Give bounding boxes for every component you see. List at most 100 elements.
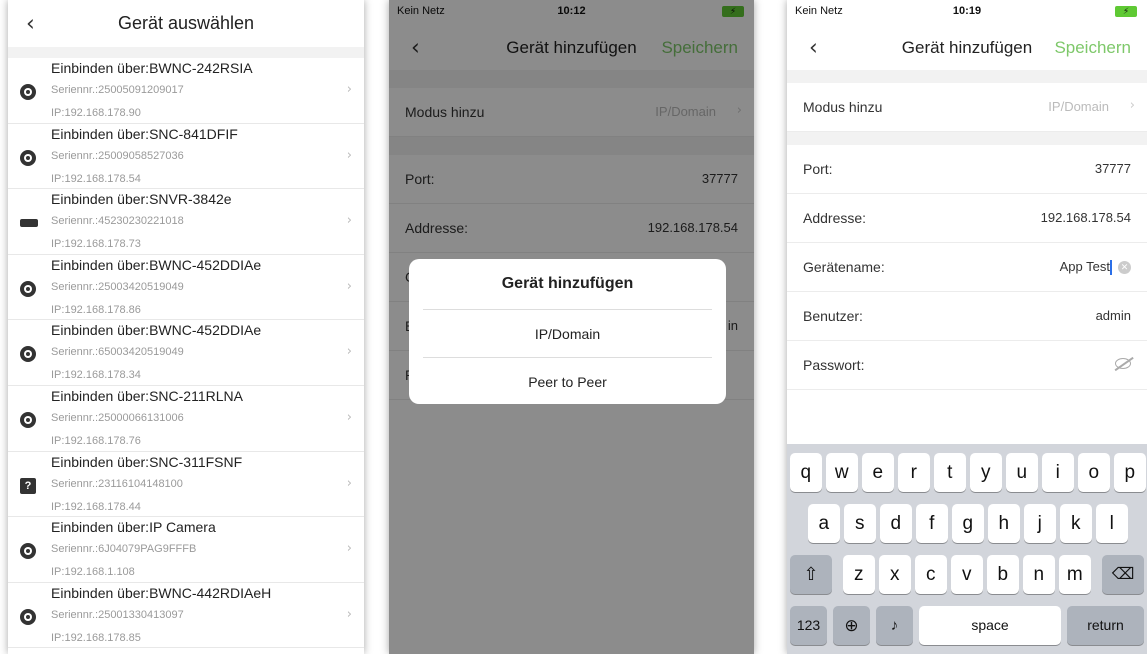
option-ip-domain[interactable]: IP/Domain xyxy=(423,309,712,357)
add-device-dialog: Gerät hinzufügen IP/Domain Peer to Peer xyxy=(409,259,726,404)
key-v[interactable]: v xyxy=(951,555,983,594)
device-list: Einbinden über:BWNC-242RSIA Seriennr.:250… xyxy=(8,58,364,649)
key-d[interactable]: d xyxy=(880,504,912,543)
key-r[interactable]: r xyxy=(898,453,930,492)
keyboard-row-3: ⇧ ⌫ zxcvbnm xyxy=(787,555,1147,594)
device-serial: Seriennr.:65003420519049 xyxy=(51,346,184,359)
port-label: Port: xyxy=(803,161,833,177)
device-list-item[interactable]: Einbinden über:SNC-211RLNA Seriennr.:2500… xyxy=(8,386,364,452)
user-value: admin xyxy=(1095,308,1131,323)
text-cursor xyxy=(1110,260,1112,276)
key-c[interactable]: c xyxy=(915,555,947,594)
keyboard: qwertyuiop asdfghjkl ⇧ ⌫ zxcvbnm 123 ⊕ ♪… xyxy=(787,444,1147,654)
key-t[interactable]: t xyxy=(934,453,966,492)
key-u[interactable]: u xyxy=(1006,453,1038,492)
unknown-device-icon: ? xyxy=(20,477,36,494)
key-q[interactable]: q xyxy=(790,453,822,492)
key-w[interactable]: w xyxy=(826,453,858,492)
save-button[interactable]: Speichern xyxy=(1054,38,1131,58)
numbers-key[interactable]: 123 xyxy=(790,606,827,645)
key-l[interactable]: l xyxy=(1096,504,1128,543)
backspace-key-icon[interactable]: ⌫ xyxy=(1102,555,1144,594)
device-name-row[interactable]: Gerätename: App Test ✕ xyxy=(787,243,1147,292)
shift-key-icon[interactable]: ⇧ xyxy=(790,555,832,594)
device-list-item[interactable]: Einbinden über:SNVR-3842e Seriennr.:45230… xyxy=(8,189,364,255)
keyboard-row-4: 123 ⊕ ♪ space return xyxy=(787,606,1147,645)
chevron-right-icon: › xyxy=(346,213,352,229)
mode-row[interactable]: Modus hinzu IP/Domain › xyxy=(787,83,1147,132)
password-row[interactable]: Passwort: xyxy=(787,341,1147,390)
device-list-item[interactable]: Einbinden über:BWNC-242RSIA Seriennr.:250… xyxy=(8,58,364,124)
key-z[interactable]: z xyxy=(843,555,875,594)
section-gap xyxy=(787,132,1147,145)
camera-icon xyxy=(20,280,36,297)
device-selection-screen: ‹ Gerät auswählen Einbinden über:BWNC-24… xyxy=(8,0,364,654)
device-name-input[interactable]: App Test ✕ xyxy=(1059,259,1131,276)
chevron-right-icon: › xyxy=(346,82,352,97)
device-name: Einbinden über:BWNC-452DDIAe xyxy=(51,322,262,339)
chevron-right-icon: › xyxy=(346,278,352,294)
status-bar: Kein Netz 10:19 ⚡ xyxy=(787,0,1147,26)
key-f[interactable]: f xyxy=(916,504,948,543)
device-list-item[interactable]: Einbinden über:IP Camera Seriennr.:6J0407… xyxy=(8,517,364,583)
device-ip: IP:192.168.178.44 xyxy=(51,500,141,513)
device-name-value: App Test xyxy=(1059,259,1110,274)
microphone-key-icon[interactable]: ♪ xyxy=(876,606,913,645)
device-serial: Seriennr.:25005091209017 xyxy=(51,84,184,96)
device-serial: Seriennr.:25001330413097 xyxy=(51,608,184,621)
device-list-item[interactable]: Einbinden über:BWNC-452DDIAe Seriennr.:65… xyxy=(8,320,364,386)
mode-value: IP/Domain xyxy=(1048,99,1109,114)
space-key[interactable]: space xyxy=(919,606,1061,645)
key-i[interactable]: i xyxy=(1042,453,1074,492)
key-n[interactable]: n xyxy=(1023,555,1055,594)
key-m[interactable]: m xyxy=(1059,555,1091,594)
device-serial: Seriennr.:23116104148100 xyxy=(51,477,183,490)
page-title: Gerät auswählen xyxy=(117,13,255,33)
device-ip: IP:192.168.178.76 xyxy=(51,434,141,447)
add-device-dialog-screen: Kein Netz 10:12 ⚡ ‹ Gerät hinzufügen Spe… xyxy=(389,0,754,654)
back-chevron-icon[interactable]: ‹ xyxy=(26,11,35,36)
keyboard-row-1: qwertyuiop xyxy=(787,453,1147,492)
device-list-item[interactable]: ? Einbinden über:SNC-311FSNF Seriennr.:231… xyxy=(8,452,364,518)
key-a[interactable]: a xyxy=(808,504,840,543)
nav-bar: ‹ Gerät hinzufügen Speichern xyxy=(787,26,1147,70)
device-list-item[interactable]: Einbinden über:SNC-841DFIF Seriennr.:2500… xyxy=(8,124,364,190)
camera-icon xyxy=(20,84,36,100)
key-y[interactable]: y xyxy=(970,453,1002,492)
key-o[interactable]: o xyxy=(1078,453,1110,492)
clock: 10:19 xyxy=(952,5,982,17)
option-peer-to-peer[interactable]: Peer to Peer xyxy=(423,357,712,404)
device-list-item[interactable]: Einbinden über:BWNC-442RDIAeH Seriennr.:2… xyxy=(8,583,364,649)
device-ip: IP:192.168.1.108 xyxy=(51,566,135,579)
key-k[interactable]: k xyxy=(1060,504,1092,543)
port-row[interactable]: Port: 37777 xyxy=(787,145,1147,194)
address-row[interactable]: Addresse: 192.168.178.54 xyxy=(787,194,1147,243)
hidden-eye-icon[interactable] xyxy=(1115,358,1131,369)
device-ip: IP:192.168.178.85 xyxy=(51,631,141,644)
keyboard-row-2: asdfghjkl xyxy=(787,504,1147,543)
chevron-right-icon: › xyxy=(346,344,352,360)
chevron-right-icon: › xyxy=(346,147,352,163)
key-p[interactable]: p xyxy=(1114,453,1146,492)
key-e[interactable]: e xyxy=(862,453,894,492)
user-row[interactable]: Benutzer: admin xyxy=(787,292,1147,341)
return-key[interactable]: return xyxy=(1067,606,1144,645)
section-gap xyxy=(787,70,1147,83)
device-ip: IP:192.168.178.73 xyxy=(51,238,141,251)
clear-icon[interactable]: ✕ xyxy=(1118,261,1131,275)
key-j[interactable]: j xyxy=(1024,504,1056,543)
port-value: 37777 xyxy=(1094,161,1131,176)
key-s[interactable]: s xyxy=(844,504,876,543)
dialog-title: Gerät hinzufügen xyxy=(501,275,634,292)
device-name: Einbinden über:BWNC-242RSIA xyxy=(51,60,253,76)
globe-key-icon[interactable]: ⊕ xyxy=(833,606,870,645)
key-b[interactable]: b xyxy=(987,555,1019,594)
device-list-item[interactable]: Einbinden über:BWNC-452DDIAe Seriennr.:25… xyxy=(8,255,364,321)
address-label: Addresse: xyxy=(803,210,867,226)
key-h[interactable]: h xyxy=(988,504,1020,543)
device-ip: IP:192.168.178.90 xyxy=(51,107,141,119)
nav-bar: ‹ Gerät auswählen xyxy=(8,0,364,47)
device-name: Einbinden über:BWNC-452DDIAe xyxy=(51,256,262,273)
key-x[interactable]: x xyxy=(879,555,911,594)
key-g[interactable]: g xyxy=(952,504,984,543)
